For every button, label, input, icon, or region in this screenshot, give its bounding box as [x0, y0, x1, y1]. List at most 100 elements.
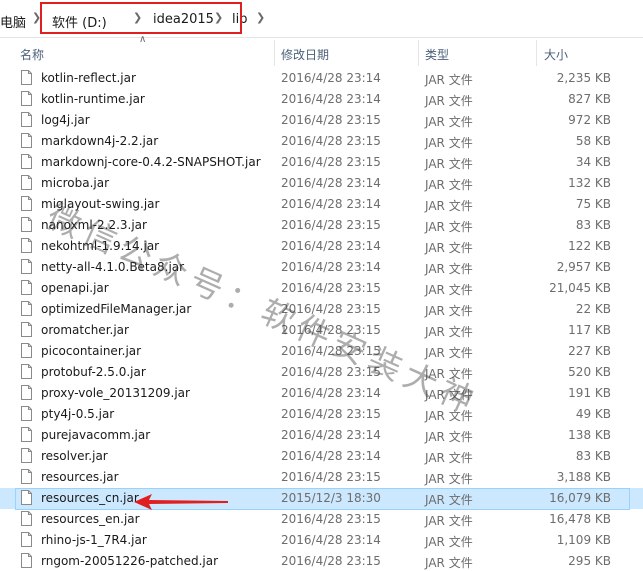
file-modified-date: 2016/4/28 23:15: [281, 302, 381, 316]
file-modified-date: 2016/4/28 23:14: [281, 176, 381, 190]
file-modified-date: 2016/4/28 23:15: [281, 134, 381, 148]
file-list: kotlin-reflect.jar 2016/4/28 23:14 JAR 文件 2…: [0, 68, 643, 571]
file-row[interactable]: markdownj-core-0.4.2-SNAPSHOT.jar 2016/4/…: [0, 152, 643, 173]
file-row-selected[interactable]: resources_cn.jar 2015/12/3 18:30 JAR 文件 16,…: [0, 488, 643, 510]
file-icon: [21, 343, 32, 358]
file-row[interactable]: openapi.jar 2016/4/28 23:15 JAR 文件 21,045 K…: [0, 278, 643, 299]
file-explorer-window: 电脑 ❯ 软件 (D:) ❯ idea2015 ❯ lib ❯ 名称 修改日期 …: [0, 0, 643, 571]
address-bar[interactable]: 电脑 ❯ 软件 (D:) ❯ idea2015 ❯ lib ❯: [0, 0, 643, 38]
file-type: JAR 文件: [425, 325, 473, 339]
file-name: resources.jar: [41, 470, 119, 484]
file-modified-date: 2016/4/28 23:15: [281, 113, 381, 127]
file-row[interactable]: rngom-20051226-patched.jar 2016/4/28 23:1…: [0, 551, 643, 571]
file-size: 34 KB: [575, 155, 611, 169]
file-row[interactable]: kotlin-runtime.jar 2016/4/28 23:14 JAR 文件 8…: [0, 89, 643, 110]
file-name: optimizedFileManager.jar: [41, 302, 192, 316]
file-modified-date: 2016/4/28 23:15: [281, 470, 381, 484]
column-divider[interactable]: [274, 40, 275, 66]
column-divider[interactable]: [418, 40, 419, 66]
column-header-name[interactable]: 名称: [20, 46, 44, 63]
column-header-type[interactable]: 类型: [425, 46, 449, 63]
file-modified-date: 2016/4/28 23:14: [281, 386, 381, 400]
file-row[interactable]: picocontainer.jar 2016/4/28 23:15 JAR 文件 22…: [0, 341, 643, 362]
file-name: proxy-vole_20131209.jar: [41, 386, 190, 400]
breadcrumb-this-pc[interactable]: 电脑: [0, 12, 26, 31]
file-row[interactable]: resources.jar 2016/4/28 23:15 JAR 文件 3,188 …: [0, 467, 643, 488]
file-row[interactable]: pty4j-0.5.jar 2016/4/28 23:15 JAR 文件 49 KB: [0, 404, 643, 425]
file-icon: [21, 490, 32, 505]
file-name: log4j.jar: [41, 113, 90, 127]
file-size: 972 KB: [568, 113, 611, 127]
file-row[interactable]: resolver.jar 2016/4/28 23:14 JAR 文件 83 KB: [0, 446, 643, 467]
file-icon: [21, 511, 32, 526]
file-size: 295 KB: [568, 554, 611, 568]
file-icon: [21, 448, 32, 463]
file-row[interactable]: protobuf-2.5.0.jar 2016/4/28 23:15 JAR 文件 5…: [0, 362, 643, 383]
file-row[interactable]: miglayout-swing.jar 2016/4/28 23:14 JAR 文件…: [0, 194, 643, 215]
file-type: JAR 文件: [425, 367, 473, 381]
file-size: 117 KB: [568, 323, 611, 337]
file-modified-date: 2016/4/28 23:14: [281, 449, 381, 463]
file-size: 16,079 KB: [549, 491, 611, 505]
column-header-size[interactable]: 大小: [544, 46, 568, 63]
file-type: JAR 文件: [425, 199, 473, 213]
file-size: 16,478 KB: [549, 512, 611, 526]
file-name: resources_cn.jar: [41, 491, 139, 505]
file-row[interactable]: rhino-js-1_7R4.jar 2016/4/28 23:14 JAR 文件 1…: [0, 530, 643, 551]
file-row[interactable]: log4j.jar 2016/4/28 23:15 JAR 文件 972 KB: [0, 110, 643, 131]
column-divider[interactable]: [536, 40, 537, 66]
file-icon: [21, 427, 32, 442]
file-row[interactable]: proxy-vole_20131209.jar 2016/4/28 23:14 JA…: [0, 383, 643, 404]
file-type: JAR 文件: [425, 262, 473, 276]
file-name: kotlin-runtime.jar: [41, 92, 145, 106]
file-modified-date: 2016/4/28 23:15: [281, 218, 381, 232]
file-name: kotlin-reflect.jar: [41, 71, 136, 85]
file-name: openapi.jar: [41, 281, 109, 295]
column-header-row: 名称 修改日期 类型 大小: [0, 38, 643, 68]
file-size: 227 KB: [568, 344, 611, 358]
file-icon: [21, 91, 32, 106]
file-name: rngom-20051226-patched.jar: [41, 554, 219, 568]
file-type: JAR 文件: [425, 283, 473, 297]
sort-up-icon: ∧: [139, 34, 147, 45]
file-row[interactable]: nekohtml-1.9.14.jar 2016/4/28 23:14 JAR 文件…: [0, 236, 643, 257]
annotation-arrow: [134, 494, 228, 510]
file-type: JAR 文件: [425, 514, 473, 528]
file-modified-date: 2016/4/28 23:15: [281, 323, 381, 337]
file-type: JAR 文件: [425, 388, 473, 402]
file-modified-date: 2016/4/28 23:14: [281, 71, 381, 85]
file-size: 191 KB: [568, 386, 611, 400]
file-size: 83 KB: [575, 449, 611, 463]
file-name: markdown4j-2.2.jar: [41, 134, 159, 148]
file-row[interactable]: netty-all-4.1.0.Beta8.jar 2016/4/28 23:14…: [0, 257, 643, 278]
file-modified-date: 2016/4/28 23:14: [281, 92, 381, 106]
file-icon: [21, 406, 32, 421]
file-type: JAR 文件: [425, 241, 473, 255]
file-size: 75 KB: [575, 197, 611, 211]
file-row[interactable]: nanoxml-2.2.3.jar 2016/4/28 23:15 JAR 文件 83…: [0, 215, 643, 236]
file-size: 138 KB: [568, 428, 611, 442]
file-row[interactable]: resources_en.jar 2016/4/28 23:15 JAR 文件 16,…: [0, 509, 643, 530]
file-row[interactable]: optimizedFileManager.jar 2016/4/28 23:15 J…: [0, 299, 643, 320]
file-name: miglayout-swing.jar: [41, 197, 160, 211]
file-row[interactable]: markdown4j-2.2.jar 2016/4/28 23:15 JAR 文件 5…: [0, 131, 643, 152]
file-type: JAR 文件: [425, 535, 473, 549]
file-type: JAR 文件: [425, 430, 473, 444]
file-modified-date: 2016/4/28 23:14: [281, 533, 381, 547]
chevron-right-icon[interactable]: ❯: [256, 11, 265, 24]
file-type: JAR 文件: [425, 409, 473, 423]
file-row[interactable]: kotlin-reflect.jar 2016/4/28 23:14 JAR 文件 2…: [0, 68, 643, 89]
file-row[interactable]: purejavacomm.jar 2016/4/28 23:14 JAR 文件 138…: [0, 425, 643, 446]
file-name: oromatcher.jar: [41, 323, 129, 337]
file-modified-date: 2016/4/28 23:15: [281, 407, 381, 421]
file-icon: [21, 217, 32, 232]
column-header-date[interactable]: 修改日期: [281, 46, 329, 63]
file-modified-date: 2016/4/28 23:15: [281, 365, 381, 379]
file-row[interactable]: oromatcher.jar 2016/4/28 23:15 JAR 文件 117 K…: [0, 320, 643, 341]
file-icon: [21, 70, 32, 85]
file-row[interactable]: microba.jar 2016/4/28 23:14 JAR 文件 132 KB: [0, 173, 643, 194]
file-name: resources_en.jar: [41, 512, 140, 526]
file-icon: [21, 469, 32, 484]
file-size: 58 KB: [575, 134, 611, 148]
file-icon: [21, 133, 32, 148]
